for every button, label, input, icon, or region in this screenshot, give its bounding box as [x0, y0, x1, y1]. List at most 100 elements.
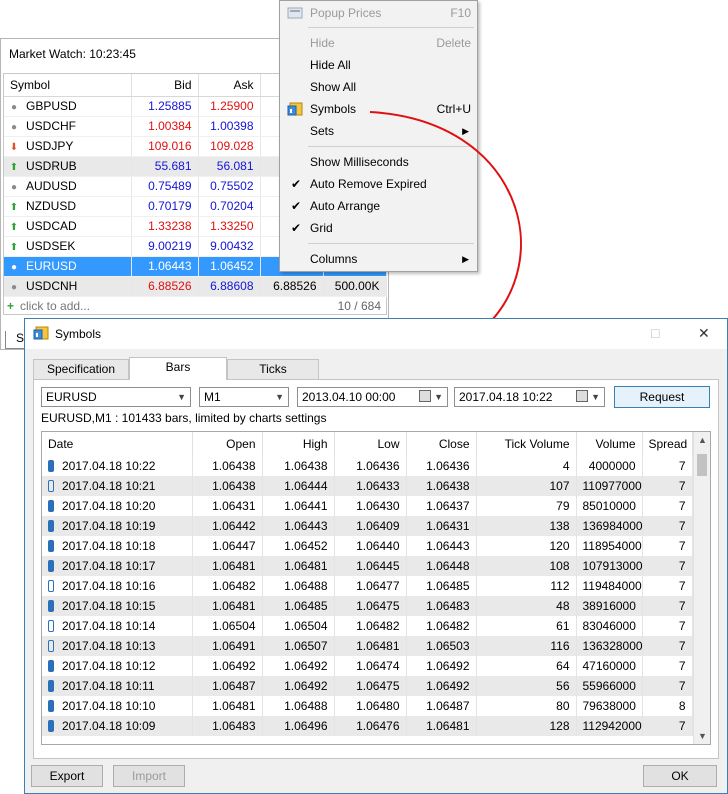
- col-open-header[interactable]: Open: [192, 432, 263, 456]
- bars-row[interactable]: 2017.04.18 10:11 1.06487 1.06492 1.06475 1.0…: [42, 676, 693, 696]
- symbol-name: NZDUSD: [26, 199, 76, 213]
- tick-volume-cell: 116: [476, 636, 577, 656]
- bars-row[interactable]: 2017.04.18 10:18 1.06447 1.06452 1.06440 1.0…: [42, 536, 693, 556]
- bars-row[interactable]: 2017.04.18 10:21 1.06438 1.06444 1.06433 1.0…: [42, 476, 693, 496]
- bars-row[interactable]: 2017.04.18 10:20 1.06431 1.06441 1.06430 1.0…: [42, 496, 693, 516]
- price-direction-icon: ●: [10, 102, 18, 113]
- high-cell: 1.06443: [262, 516, 335, 536]
- tab-specification[interactable]: Specification: [33, 359, 129, 379]
- bid-cell: 1.06443: [131, 256, 199, 277]
- menu-item-show-milliseconds[interactable]: Show Milliseconds: [280, 151, 477, 173]
- scroll-thumb[interactable]: [697, 454, 707, 476]
- menu-shortcut: Delete: [436, 36, 471, 50]
- menu-item-popup-prices[interactable]: Popup Prices F10: [280, 2, 477, 24]
- bid-cell: 6.88526: [131, 276, 199, 297]
- menu-item-hide[interactable]: Hide Delete: [280, 32, 477, 54]
- high-cell: 1.06438: [262, 456, 335, 476]
- menu-item-sets[interactable]: Sets ▶: [280, 120, 477, 142]
- tick-volume-cell: 107: [476, 476, 577, 496]
- spread-cell: 7: [642, 616, 693, 636]
- bars-row[interactable]: 2017.04.18 10:14 1.06504 1.06504 1.06482 1.0…: [42, 616, 693, 636]
- date-cell: 2017.04.18 10:18: [42, 536, 193, 556]
- date-value: 2017.04.18 10:22: [62, 459, 156, 473]
- menu-item-auto-arrange[interactable]: ✔ Auto Arrange: [280, 195, 477, 217]
- col-spread-header[interactable]: Spread: [642, 432, 693, 456]
- volume-cell: 79638000: [576, 696, 643, 716]
- click-to-add-row[interactable]: + click to add... 10 / 684: [7, 299, 385, 319]
- close-icon[interactable]: ✕: [698, 325, 710, 342]
- menu-item-columns[interactable]: Columns ▶: [280, 248, 477, 270]
- col-volume-header[interactable]: Volume: [576, 432, 643, 456]
- bars-row[interactable]: 2017.04.18 10:12 1.06492 1.06492 1.06474 1.0…: [42, 656, 693, 676]
- bars-row[interactable]: 2017.04.18 10:19 1.06442 1.06443 1.06409 1.0…: [42, 516, 693, 536]
- menu-item-auto-remove-expired[interactable]: ✔ Auto Remove Expired: [280, 173, 477, 195]
- ask-cell: 1.06452: [198, 256, 261, 277]
- price-direction-icon: ⬆: [9, 222, 19, 233]
- spread-cell: 7: [642, 536, 693, 556]
- bars-row[interactable]: 2017.04.18 10:09 1.06483 1.06496 1.06476 1.0…: [42, 716, 693, 736]
- bars-row[interactable]: 2017.04.18 10:10 1.06481 1.06488 1.06480 1.0…: [42, 696, 693, 716]
- tick-volume-cell: 138: [476, 516, 577, 536]
- bars-row[interactable]: 2017.04.18 10:17 1.06481 1.06481 1.06445 1.0…: [42, 556, 693, 576]
- symbol-select[interactable]: EURUSD ▼: [41, 387, 191, 407]
- menu-item-grid[interactable]: ✔ Grid: [280, 217, 477, 239]
- close-cell: 1.06481: [406, 716, 477, 736]
- market-watch-row[interactable]: ● USDCNH 6.88526 6.88608 6.88526 500.00K: [4, 276, 387, 297]
- col-high-header[interactable]: High: [262, 432, 335, 456]
- close-cell: 1.06482: [406, 616, 477, 636]
- import-button[interactable]: Import: [113, 765, 185, 787]
- close-cell: 1.06487: [406, 696, 477, 716]
- scroll-up-icon[interactable]: ▲: [698, 435, 707, 445]
- bid-cell: 109.016: [131, 136, 199, 157]
- candle-icon: [48, 639, 54, 652]
- timeframe-select[interactable]: M1 ▼: [199, 387, 289, 407]
- candle-icon: [48, 579, 54, 592]
- menu-separator: [308, 27, 474, 28]
- bars-info-text: EURUSD,M1 : 101433 bars, limited by char…: [41, 411, 327, 425]
- open-cell: 1.06431: [192, 496, 263, 516]
- request-button[interactable]: Request: [614, 386, 710, 408]
- volume-cell: 38916000: [576, 596, 643, 616]
- symbol-name: USDRUB: [26, 159, 77, 173]
- bars-row[interactable]: 2017.04.18 10:13 1.06491 1.06507 1.06481 1.0…: [42, 636, 693, 656]
- col-ask-header[interactable]: Ask: [198, 74, 261, 97]
- symbol-name: USDCAD: [26, 219, 77, 233]
- col-date-header[interactable]: Date: [42, 432, 193, 456]
- col-bid-header[interactable]: Bid: [131, 74, 199, 97]
- export-button[interactable]: Export: [31, 765, 103, 787]
- menu-separator: [308, 243, 474, 244]
- dialog-titlebar[interactable]: Symbols □ ✕: [25, 319, 727, 349]
- bars-row[interactable]: 2017.04.18 10:22 1.06438 1.06438 1.06436 1.0…: [42, 456, 693, 476]
- tab-ticks[interactable]: Ticks: [227, 359, 319, 379]
- col-low-header[interactable]: Low: [334, 432, 407, 456]
- menu-item-hide-all[interactable]: Hide All: [280, 54, 477, 76]
- menu-item-symbols[interactable]: Symbols Ctrl+U: [280, 98, 477, 120]
- candle-icon: [48, 479, 54, 492]
- symbols-icon: [287, 102, 303, 116]
- ask-cell: 0.75502: [198, 176, 261, 197]
- tab-bars[interactable]: Bars: [129, 357, 227, 380]
- date-value: 2017.04.18 10:20: [62, 499, 156, 513]
- symbol-name: GBPUSD: [26, 99, 77, 113]
- open-cell: 1.06438: [192, 476, 263, 496]
- col-close-header[interactable]: Close: [406, 432, 477, 456]
- candle-icon: [48, 599, 54, 612]
- high-cell: 1.06485: [262, 596, 335, 616]
- date-value: 2017.04.18 10:13: [62, 639, 156, 653]
- high-cell: 1.06444: [262, 476, 335, 496]
- scroll-down-icon[interactable]: ▼: [698, 731, 707, 741]
- col-symbol-header[interactable]: Symbol: [4, 74, 132, 97]
- date-from-picker[interactable]: 2013.04.10 00:00 ▼: [297, 387, 448, 407]
- menu-item-show-all[interactable]: Show All: [280, 76, 477, 98]
- tick-volume-cell: 120: [476, 536, 577, 556]
- vertical-scrollbar[interactable]: ▲ ▼: [693, 432, 710, 744]
- symbol-cell: ⬇ USDJPY: [4, 136, 132, 157]
- maximize-icon[interactable]: □: [651, 325, 659, 341]
- date-cell: 2017.04.18 10:17: [42, 556, 193, 576]
- candle-icon: [48, 719, 54, 732]
- bars-row[interactable]: 2017.04.18 10:16 1.06482 1.06488 1.06477 1.0…: [42, 576, 693, 596]
- date-to-picker[interactable]: 2017.04.18 10:22 ▼: [454, 387, 605, 407]
- col-tick-volume-header[interactable]: Tick Volume: [476, 432, 577, 456]
- bars-row[interactable]: 2017.04.18 10:15 1.06481 1.06485 1.06475 1.0…: [42, 596, 693, 616]
- ok-button[interactable]: OK: [643, 765, 717, 787]
